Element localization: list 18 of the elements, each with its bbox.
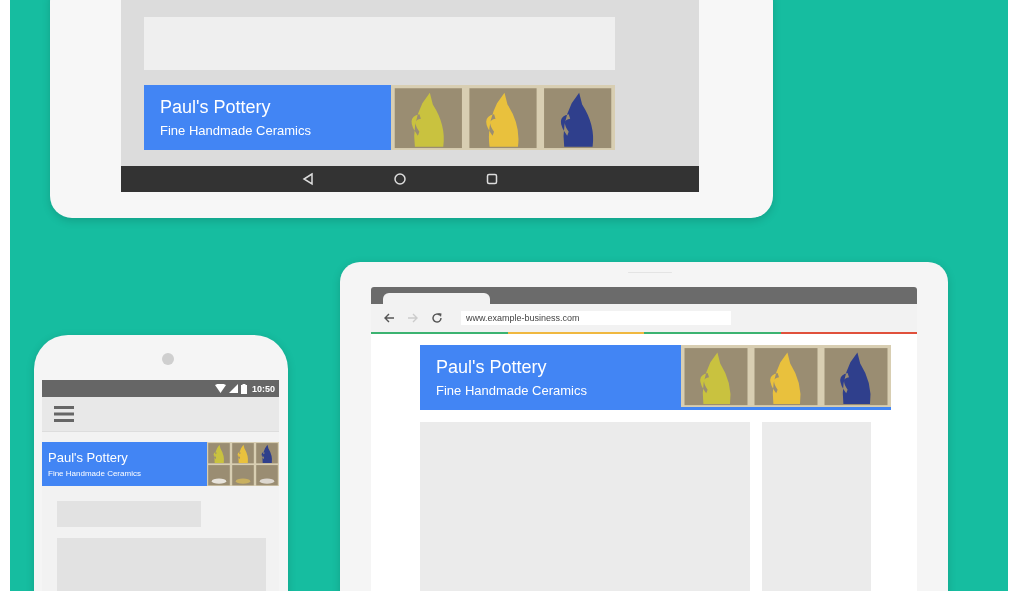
back-icon[interactable] bbox=[383, 312, 395, 324]
banner-title: Paul's Pottery bbox=[160, 97, 271, 118]
camera-icon bbox=[162, 353, 174, 365]
banner-subtitle: Fine Handmade Ceramics bbox=[436, 383, 587, 398]
clock-time: 10:50 bbox=[251, 383, 275, 394]
back-icon[interactable] bbox=[301, 172, 315, 186]
wifi-icon bbox=[214, 384, 226, 393]
banner-subtitle: Fine Handmade Ceramics bbox=[48, 469, 141, 478]
banner-title: Paul's Pottery bbox=[48, 450, 128, 465]
menu-icon[interactable] bbox=[54, 405, 74, 423]
recents-icon[interactable] bbox=[485, 172, 499, 186]
battery-icon bbox=[240, 383, 247, 394]
banner-title: Paul's Pottery bbox=[436, 357, 547, 378]
banner-subtitle: Fine Handmade Ceramics bbox=[160, 123, 311, 138]
home-icon[interactable] bbox=[393, 172, 407, 186]
reload-icon[interactable] bbox=[431, 312, 443, 324]
address-field[interactable]: www.example-business.com bbox=[461, 311, 731, 325]
signal-icon bbox=[228, 384, 238, 393]
